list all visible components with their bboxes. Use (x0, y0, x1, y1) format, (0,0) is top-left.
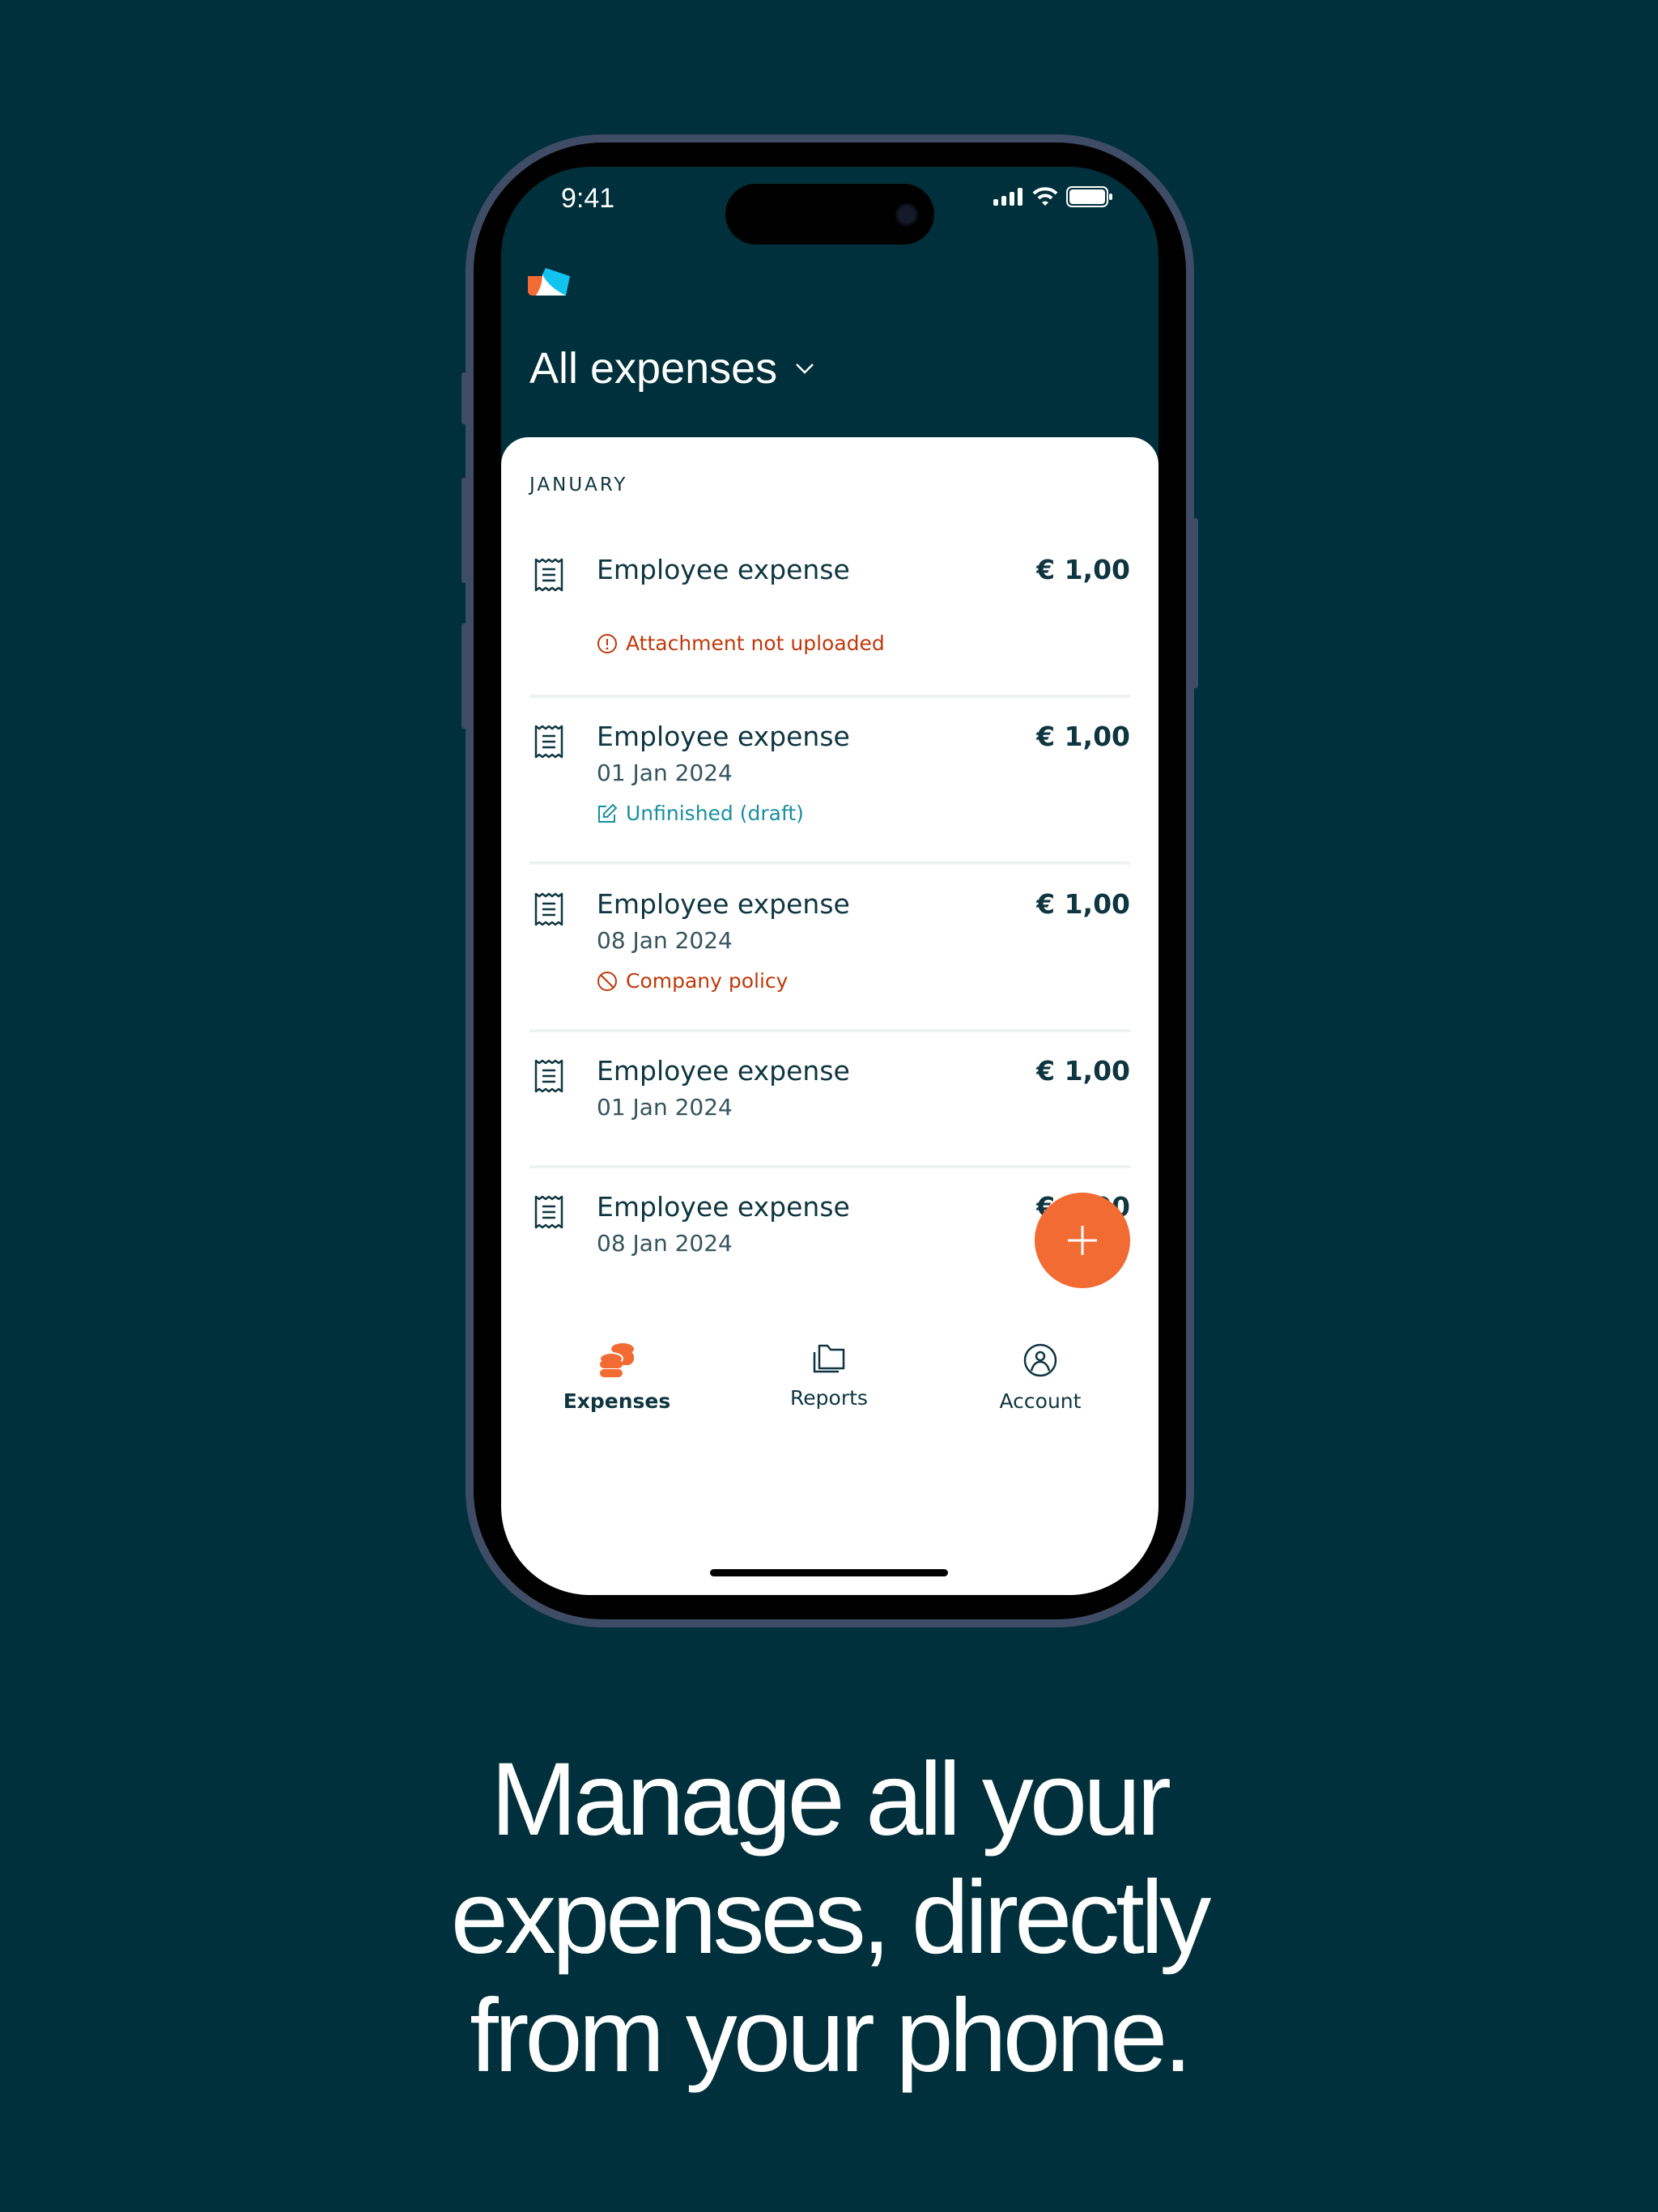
receipt-icon (534, 557, 564, 596)
receipt-icon (534, 891, 564, 930)
battery-icon (1066, 186, 1112, 207)
tab-reports[interactable]: Reports (740, 1342, 918, 1410)
plus-icon (1068, 1226, 1097, 1255)
app-logo (528, 268, 570, 296)
receipt-icon (534, 1058, 564, 1097)
expense-date: 08 Jan 2024 (597, 1230, 733, 1257)
month-header: JANUARY (529, 474, 628, 496)
expense-status: Attachment not uploaded (597, 632, 885, 655)
expense-title: Employee expense (597, 1055, 850, 1087)
expense-amount: € 1,00 (1036, 721, 1130, 752)
tagline-line: from your phone. (470, 1978, 1192, 2094)
tagline-line: expenses, directly (450, 1860, 1212, 1976)
expense-filter-dropdown[interactable]: All expenses (529, 343, 814, 393)
expense-status: Company policy (597, 969, 788, 993)
status-text: Company policy (626, 969, 789, 993)
page-title: All expenses (529, 344, 778, 393)
expense-amount: € 1,00 (1036, 554, 1130, 585)
tab-expenses[interactable]: Expenses (528, 1342, 706, 1413)
tagline-line: Manage all your (491, 1742, 1171, 1857)
phone-screen: 9:41 All expenses JANUARY Employee expen… (501, 167, 1158, 1595)
tab-account[interactable]: Account (951, 1342, 1129, 1413)
coins-icon (599, 1343, 634, 1377)
divider (529, 695, 1130, 698)
expense-date: 01 Jan 2024 (597, 1094, 733, 1121)
expense-title: Employee expense (597, 721, 850, 752)
home-indicator (710, 1569, 948, 1576)
expense-list: JANUARY Employee expense € 1,00 Attachment… (501, 437, 1158, 1595)
status-text: Unfinished (draft) (626, 802, 804, 825)
expense-date: 01 Jan 2024 (597, 759, 733, 786)
chevron-down-icon (796, 364, 814, 374)
wifi-icon (1032, 187, 1058, 206)
ban-icon (597, 971, 618, 992)
camera-icon (895, 203, 918, 226)
status-icons (993, 186, 1113, 207)
receipt-icon (534, 724, 564, 763)
status-time: 9:41 (561, 183, 615, 214)
expense-title: Employee expense (597, 1191, 850, 1223)
expense-title: Employee expense (597, 888, 850, 920)
folders-icon (813, 1344, 845, 1373)
dynamic-island (725, 184, 934, 245)
divider (529, 1029, 1130, 1032)
signal-icon (993, 188, 1022, 206)
edit-icon (597, 803, 618, 824)
tab-label: Reports (790, 1386, 868, 1410)
divider (529, 861, 1130, 865)
tagline: Manage all your expenses, directly from … (0, 1741, 1658, 2095)
tab-label: Expenses (563, 1389, 671, 1413)
add-expense-button[interactable] (1035, 1193, 1130, 1288)
status-text: Attachment not uploaded (626, 632, 885, 655)
expense-status: Unfinished (draft) (597, 802, 804, 825)
receipt-icon (534, 1194, 564, 1233)
divider (529, 1165, 1130, 1168)
expense-amount: € 1,00 (1036, 888, 1130, 920)
user-circle-icon (1023, 1343, 1057, 1377)
expense-amount: € 1,00 (1036, 1055, 1130, 1087)
expense-date: 08 Jan 2024 (597, 927, 733, 954)
tab-label: Account (999, 1389, 1082, 1413)
expense-title: Employee expense (597, 554, 850, 585)
alert-circle-icon (597, 633, 618, 654)
